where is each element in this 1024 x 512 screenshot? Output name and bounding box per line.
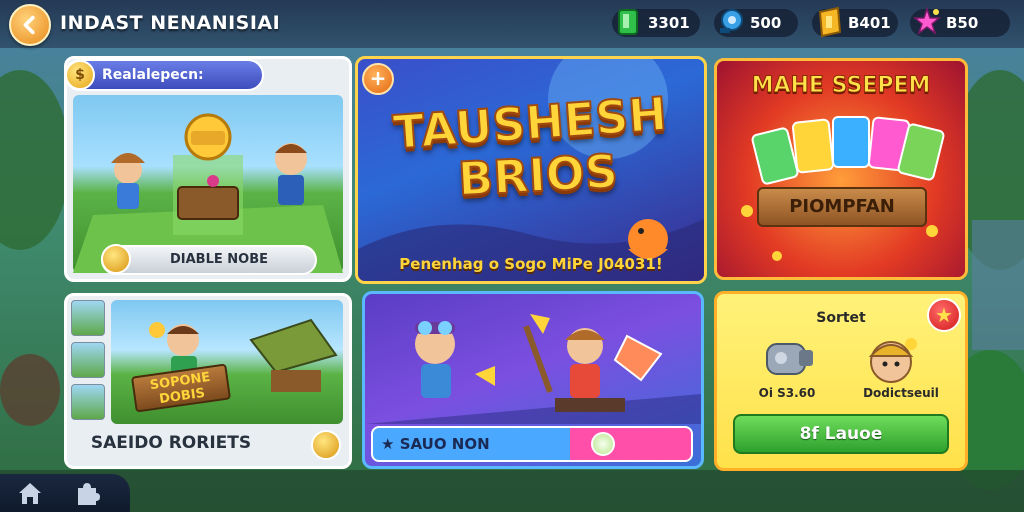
puzzle-icon[interactable] (72, 480, 100, 506)
card-pack-title: MAHE SSEPEM (751, 73, 931, 99)
shop-buy-button[interactable]: 8f Lauoe (733, 414, 949, 454)
mode-card-adventure[interactable]: SOPONE DOBIS SAEIDO RORIETS (64, 293, 352, 469)
currency-gems-value: 3301 (648, 14, 690, 32)
card-e-button-label: ★ SAUO NON (381, 428, 490, 460)
mode-card-farm[interactable]: $ Realalepecn: DIABLE NOBE (64, 56, 352, 282)
thumbnail-list (71, 300, 105, 426)
shop-card[interactable]: Sortet ★ Oi S3.60 Dodictseuil 8f Lauoe (714, 291, 968, 471)
helmet-character-icon (868, 338, 917, 383)
currency-gems[interactable]: 3301 (612, 9, 700, 37)
card-e-play-button[interactable]: ★ SAUO NON (371, 426, 693, 462)
favorite-star-icon[interactable]: ★ (927, 298, 961, 332)
add-badge-icon[interactable]: + (362, 63, 394, 95)
card-pack-offer[interactable]: MAHE SSEPEM PIOMPFAN (714, 58, 968, 280)
card-pack-banner: PIOMPFAN (757, 187, 927, 227)
featured-event-card[interactable]: + TAUSHESH BRIOS Penenhag o Sogo MiPe J0… (355, 56, 707, 284)
currency-stars-value: B50 (946, 14, 979, 32)
star-cluster-icon (912, 6, 942, 36)
card-a-tag: $ Realalepecn: (67, 59, 264, 91)
currency-tickets[interactable]: B401 (812, 6, 898, 38)
currency-stars[interactable]: B50 (910, 6, 1010, 37)
card-a-tag-label: Realalepecn: (102, 67, 204, 83)
green-gem-icon (618, 9, 638, 35)
coin-button-icon (101, 244, 131, 274)
card-d-label: SAEIDO RORIETS (90, 433, 252, 453)
card-a-play-button[interactable]: DIABLE NOBE (101, 244, 317, 275)
currency-tickets-value: B401 (848, 14, 891, 32)
gem-icon (591, 432, 615, 456)
back-arrow-icon (23, 15, 35, 35)
card-d-coin-button[interactable] (311, 430, 341, 460)
card-a-button-label: DIABLE NOBE (169, 252, 268, 267)
thumbnail-item[interactable] (71, 384, 105, 420)
coin-icon: $ (67, 60, 95, 90)
bottom-nav (0, 474, 130, 512)
home-icon[interactable] (16, 480, 44, 506)
card-e-button-text: SAUO NON (399, 435, 490, 453)
top-bar: INDAST NENANISIAI 3301 500 B401 B50 (0, 0, 1024, 48)
featured-caption: Penenhag o Sogo MiPe J04031! (399, 255, 663, 273)
star-icon: ★ (381, 435, 395, 453)
cannon-item-icon (766, 343, 813, 375)
battle-scene-illustration (365, 314, 701, 424)
app-title: INDAST NENANISIAI (60, 12, 281, 34)
currency-keys[interactable]: 500 (714, 9, 798, 37)
thumbnail-item[interactable] (71, 342, 105, 378)
item2-caption: Dodictseuil (863, 386, 939, 400)
mode-card-battle[interactable]: ★ SAUO NON (362, 291, 704, 469)
currency-keys-value: 500 (750, 14, 782, 32)
item1-caption: Oi S3.60 (758, 386, 816, 400)
thumbnail-item[interactable] (71, 300, 105, 336)
gold-ticket-icon (818, 6, 842, 38)
back-button[interactable] (9, 4, 51, 46)
blue-key-icon (720, 9, 743, 33)
